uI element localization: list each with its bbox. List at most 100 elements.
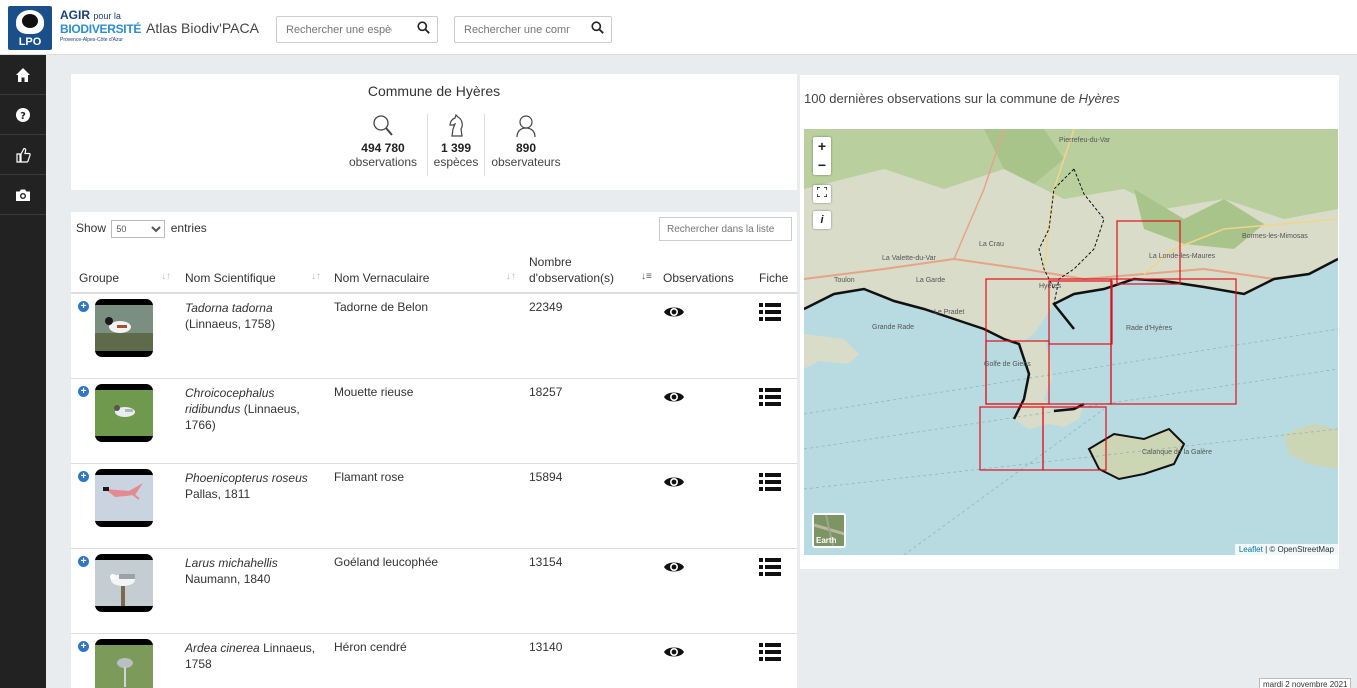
fullscreen-button[interactable] bbox=[813, 185, 831, 203]
sort-icon[interactable]: ↓↑ bbox=[311, 271, 321, 282]
stat-especes-value: 1 399 bbox=[440, 141, 472, 155]
entries-label: entries bbox=[170, 221, 207, 235]
vernacular-name: Héron cendré bbox=[334, 640, 407, 654]
sort-icon[interactable]: ↓↑ bbox=[506, 271, 516, 282]
osm-attribution: | © OpenStreetMap bbox=[1265, 545, 1334, 554]
lpo-logo-text: LPO bbox=[18, 36, 42, 48]
species-table-panel: Show 50 entries Groupe ↓↑ Nom Scientifiq… bbox=[71, 212, 797, 688]
camera-icon bbox=[16, 189, 30, 201]
zoom-in-button[interactable]: + bbox=[813, 137, 831, 156]
sidebar-item-photos[interactable] bbox=[0, 175, 46, 215]
expand-row-icon[interactable]: + bbox=[78, 386, 89, 397]
map-tiles bbox=[804, 129, 1338, 555]
lpo-logo[interactable]: LPO bbox=[8, 6, 52, 50]
scientific-name: Phoenicopterus roseus Pallas, 1811 bbox=[185, 471, 308, 501]
stat-observateurs-value: 890 bbox=[515, 141, 537, 155]
svg-text:?: ? bbox=[20, 111, 26, 122]
species-thumbnail[interactable] bbox=[95, 639, 153, 688]
expand-row-icon[interactable]: + bbox=[78, 471, 89, 482]
list-icon[interactable] bbox=[759, 642, 781, 665]
observation-count: 15894 bbox=[529, 470, 563, 484]
page-size-select[interactable]: 50 bbox=[111, 220, 166, 238]
agir-logo[interactable]: AGIR pour la BIODIVERSITÉ Provence-Alpes… bbox=[60, 8, 142, 50]
species-thumbnail[interactable] bbox=[95, 554, 153, 612]
atlas-title[interactable]: Atlas Biodiv'PACA bbox=[146, 20, 259, 36]
sidebar-item-home[interactable] bbox=[0, 55, 46, 95]
scientific-name: Chroicocephalus ridibundus (Linnaeus, 17… bbox=[185, 386, 300, 432]
zoom-out-button[interactable]: − bbox=[813, 156, 831, 175]
column-header-nombre-line1[interactable]: Nombre bbox=[529, 255, 572, 269]
search-icon[interactable] bbox=[417, 21, 430, 37]
stat-especes: 1 399 espèces bbox=[427, 114, 485, 176]
sort-icon[interactable]: ↓↑ bbox=[161, 271, 171, 282]
expand-row-icon[interactable]: + bbox=[78, 301, 89, 312]
map-place-label: Toulon bbox=[834, 277, 855, 284]
map-place-label: La Crau bbox=[979, 241, 1004, 248]
leaflet-link[interactable]: Leaflet bbox=[1239, 545, 1263, 554]
vernacular-name: Mouette rieuse bbox=[334, 385, 414, 399]
species-thumbnail[interactable] bbox=[95, 299, 153, 357]
eye-icon[interactable] bbox=[663, 559, 685, 578]
eye-icon[interactable] bbox=[663, 474, 685, 493]
expand-row-icon[interactable]: + bbox=[78, 556, 89, 567]
sidebar-item-help[interactable]: ? bbox=[0, 95, 46, 135]
eye-icon[interactable] bbox=[663, 304, 685, 323]
map-place-label: Le Pradet bbox=[934, 309, 965, 316]
species-thumbnail[interactable] bbox=[95, 384, 153, 442]
top-bar: LPO AGIR pour la BIODIVERSITÉ Provence-A… bbox=[0, 0, 1357, 55]
list-icon[interactable] bbox=[759, 472, 781, 495]
earth-layer-button[interactable]: Earth bbox=[812, 513, 846, 548]
map-attribution: Leaflet | © OpenStreetMap bbox=[1234, 544, 1338, 555]
observation-count: 13140 bbox=[529, 640, 563, 654]
search-icon[interactable] bbox=[591, 21, 604, 37]
column-header-nom-vernaculaire[interactable]: Nom Vernaculaire bbox=[334, 271, 429, 285]
sidebar-item-like[interactable] bbox=[0, 135, 46, 175]
column-header-fiche: Fiche bbox=[759, 271, 789, 285]
list-icon[interactable] bbox=[759, 557, 781, 580]
list-icon[interactable] bbox=[759, 302, 781, 325]
map-place-label: Rade d'Hyères bbox=[1126, 325, 1173, 332]
column-header-groupe[interactable]: Groupe bbox=[79, 271, 119, 285]
list-search-input[interactable] bbox=[659, 217, 792, 241]
info-button[interactable]: i bbox=[813, 211, 831, 229]
sidebar: ? bbox=[0, 55, 46, 688]
agir-logo-line2: BIODIVERSITÉ bbox=[60, 22, 142, 36]
commune-search-input[interactable] bbox=[455, 17, 570, 42]
stat-observations-value: 494 780 bbox=[361, 141, 405, 155]
zoom-control: + − bbox=[813, 137, 831, 175]
scientific-name: Ardea cinerea Linnaeus, 1758 bbox=[185, 641, 316, 671]
puffin-icon bbox=[16, 10, 44, 34]
knight-icon bbox=[449, 114, 463, 137]
stat-observateurs-label: observateurs bbox=[491, 155, 561, 169]
scientific-name: Tadorna tadorna (Linnaeus, 1758) bbox=[185, 301, 276, 331]
column-header-nombre-line2[interactable]: d'observation(s) bbox=[529, 271, 614, 285]
vernacular-name: Goéland leucophée bbox=[334, 555, 439, 569]
map-place-label: La Londe-les-Maures bbox=[1149, 253, 1216, 260]
commune-summary-panel: Commune de Hyères 494 780 observations 1… bbox=[71, 74, 797, 190]
sort-desc-icon[interactable]: ↓≡ bbox=[641, 271, 652, 282]
eye-icon[interactable] bbox=[663, 644, 685, 663]
table-row: + Larus michahellis Naumann, 1840 Goélan… bbox=[71, 549, 797, 634]
map-place-label: Calanque de la Galère bbox=[1142, 449, 1213, 456]
table-row: + Ardea cinerea Linnaeus, 1758 Héron cen… bbox=[71, 634, 797, 688]
earth-layer-label: Earth bbox=[816, 536, 837, 545]
species-thumbnail[interactable] bbox=[95, 469, 153, 527]
eye-icon[interactable] bbox=[663, 389, 685, 408]
map-title: 100 dernières observations sur la commun… bbox=[804, 91, 1120, 106]
observation-count: 13154 bbox=[529, 555, 563, 569]
expand-row-icon[interactable]: + bbox=[78, 641, 89, 652]
column-header-nom-scientifique[interactable]: Nom Scientifique bbox=[185, 271, 276, 285]
map-panel: 100 dernières observations sur la commun… bbox=[800, 75, 1339, 569]
map-place-label: Grande Rade bbox=[872, 324, 915, 331]
list-icon[interactable] bbox=[759, 387, 781, 410]
table-row: + Phoenicopterus roseus Pallas, 1811 Fla… bbox=[71, 464, 797, 549]
page-size-control: Show 50 entries bbox=[76, 220, 207, 238]
agir-logo-region: Provence-Alpes-Côte d'Azur bbox=[60, 37, 123, 43]
stat-observations: 494 780 observations bbox=[348, 114, 418, 169]
species-search-input[interactable] bbox=[277, 17, 392, 42]
map-place-label: Pierrefeu-du-Var bbox=[1059, 137, 1111, 144]
observation-map[interactable]: Pierrefeu-du-Var La Crau La Valette-du-V… bbox=[804, 129, 1338, 555]
user-icon bbox=[516, 115, 536, 138]
map-place-label: Golfe de Giens bbox=[984, 361, 1031, 368]
commune-title: Commune de Hyères bbox=[367, 83, 501, 99]
